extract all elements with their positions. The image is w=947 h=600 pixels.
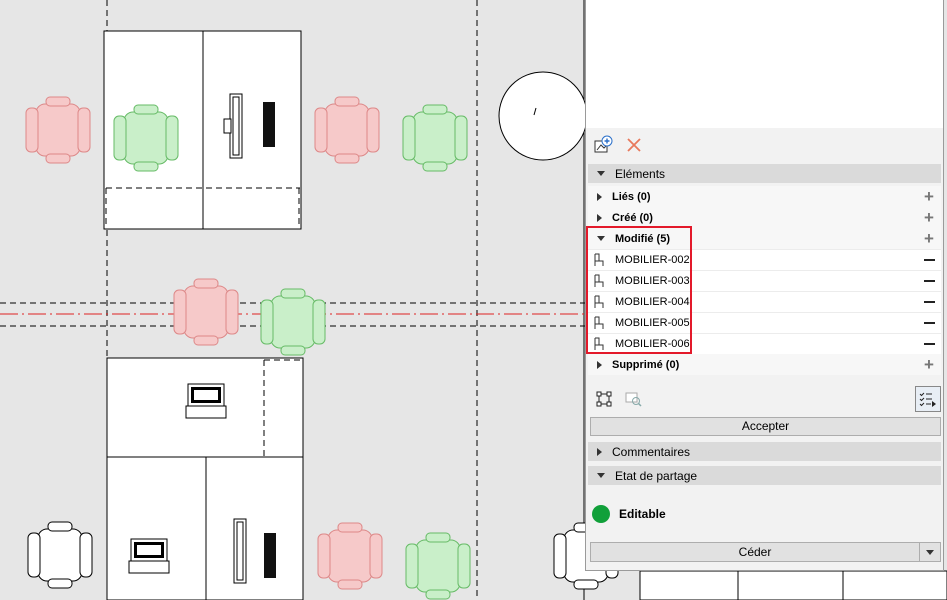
section-elements-label: Eléments: [615, 166, 666, 181]
section-comments[interactable]: Commentaires: [588, 442, 941, 461]
collapse-icon: [597, 171, 605, 176]
plus-icon[interactable]: +: [917, 356, 941, 373]
group-created-label: Créé (0): [612, 211, 653, 224]
minus-icon[interactable]: [917, 275, 941, 287]
delete-x-icon[interactable]: [622, 133, 646, 157]
accept-button[interactable]: Accepter: [590, 417, 941, 436]
add-layer-icon[interactable]: [591, 133, 615, 157]
changes-panel: Eléments Liés (0) + Créé (0) + Modifié (…: [585, 0, 944, 571]
zoom-selection-icon[interactable]: [621, 387, 645, 411]
group-deleted-label: Supprimé (0): [612, 358, 680, 371]
section-elements[interactable]: Eléments: [588, 164, 941, 183]
desk-lower[interactable]: [106, 357, 304, 600]
release-button[interactable]: Céder: [590, 542, 941, 562]
item-name: MOBILIER-002: [615, 254, 690, 266]
section-sharing-label: Etat de partage: [615, 468, 698, 483]
chair-icon: [592, 316, 606, 330]
section-comments-label: Commentaires: [612, 444, 691, 459]
expand-icon: [597, 447, 602, 456]
group-created[interactable]: Créé (0) +: [588, 207, 941, 228]
chair-icon: [592, 253, 606, 267]
item-name: MOBILIER-003: [615, 275, 690, 287]
chair-icon: [592, 337, 606, 351]
plus-icon[interactable]: +: [917, 230, 941, 247]
status-text: Editable: [619, 507, 666, 521]
section-sharing[interactable]: Etat de partage: [588, 466, 941, 485]
list-item[interactable]: MOBILIER-003: [588, 270, 941, 291]
list-item[interactable]: MOBILIER-006: [588, 333, 941, 354]
list-item[interactable]: MOBILIER-004: [588, 291, 941, 312]
select-frame-icon[interactable]: [592, 387, 616, 411]
list-item[interactable]: MOBILIER-002: [588, 249, 941, 270]
expand-icon: [597, 360, 602, 369]
preview-area: [586, 0, 943, 128]
group-linked[interactable]: Liés (0) +: [588, 186, 941, 207]
collapse-icon: [597, 473, 605, 478]
release-button-label: Céder: [738, 545, 772, 559]
chevron-down-icon[interactable]: [919, 543, 940, 561]
expand-icon: [597, 192, 602, 201]
panel-toolbar: [588, 386, 941, 412]
chair-icon: [592, 295, 606, 309]
group-deleted[interactable]: Supprimé (0) +: [588, 354, 941, 375]
group-modified[interactable]: Modifié (5) +: [588, 228, 941, 249]
plus-icon[interactable]: +: [917, 209, 941, 226]
list-item[interactable]: MOBILIER-005: [588, 312, 941, 333]
collapse-icon: [597, 236, 605, 241]
minus-icon[interactable]: [917, 296, 941, 308]
minus-icon[interactable]: [917, 254, 941, 266]
checklist-options-icon[interactable]: [915, 386, 941, 412]
minus-icon[interactable]: [917, 317, 941, 329]
item-name: MOBILIER-004: [615, 296, 690, 308]
round-table[interactable]: [498, 71, 588, 161]
item-name: MOBILIER-005: [615, 317, 690, 329]
sharing-status: Editable: [592, 505, 666, 523]
group-linked-label: Liés (0): [612, 190, 651, 203]
group-modified-label: Modifié (5): [615, 232, 670, 245]
chair-icon: [592, 274, 606, 288]
plus-icon[interactable]: +: [917, 188, 941, 205]
item-name: MOBILIER-006: [615, 338, 690, 350]
status-indicator-icon: [592, 505, 610, 523]
minus-icon[interactable]: [917, 338, 941, 350]
expand-icon: [597, 213, 602, 222]
